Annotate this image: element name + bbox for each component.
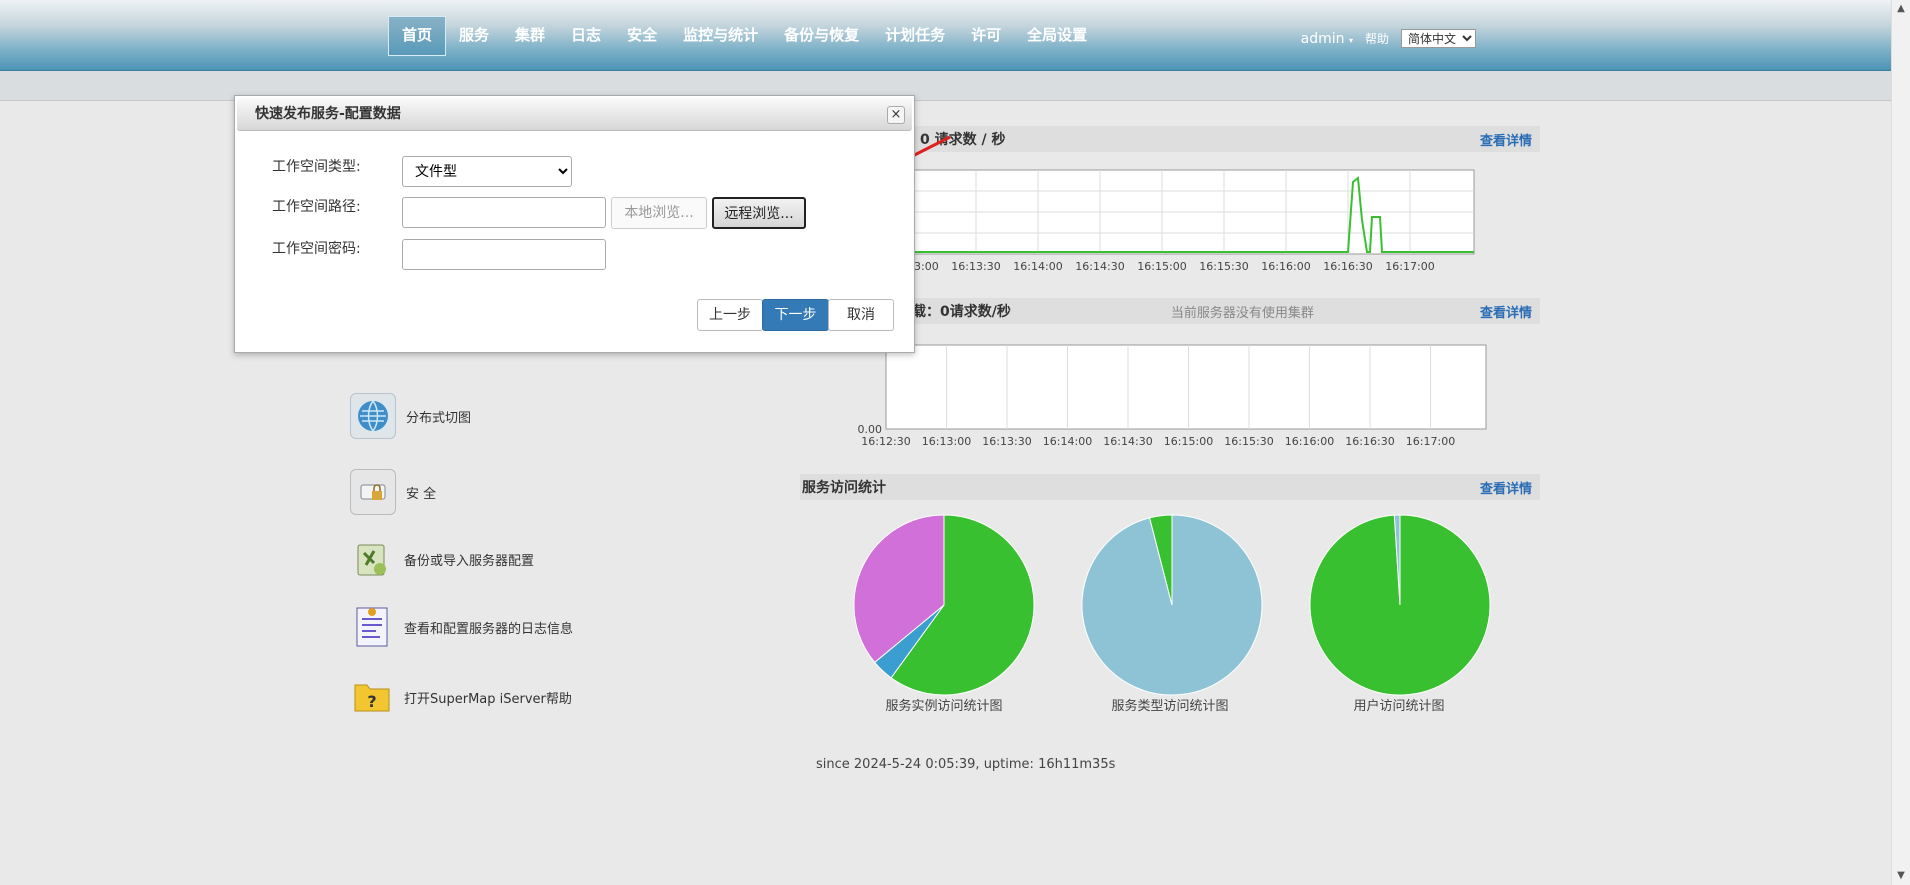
cluster-details-link[interactable]: 查看详情 bbox=[1480, 302, 1532, 321]
x-tick-label: 16:13:30 bbox=[982, 435, 1031, 448]
backup-icon bbox=[350, 537, 394, 581]
uptime-text: since 2024-5-24 0:05:39, uptime: 16h11m3… bbox=[816, 757, 1116, 772]
username: admin bbox=[1300, 30, 1345, 47]
x-tick-label: 16:12:30 bbox=[861, 435, 910, 448]
nav-logs[interactable]: 日志 bbox=[558, 16, 614, 54]
caret-down-icon: ▾ bbox=[1348, 35, 1353, 45]
x-tick-label: 16:15:30 bbox=[1199, 260, 1248, 273]
nav-backup[interactable]: 备份与恢复 bbox=[771, 16, 872, 54]
top-navigation-bar: 首页 服务 集群 日志 安全 监控与统计 备份与恢复 计划任务 许可 全局设置 … bbox=[0, 0, 1892, 71]
x-tick-label: 16:15:00 bbox=[1137, 260, 1186, 273]
nav-cluster[interactable]: 集群 bbox=[502, 16, 558, 54]
workspace-password-input[interactable] bbox=[402, 239, 606, 270]
user-menu[interactable]: admin ▾ bbox=[1301, 31, 1353, 47]
requests-line-chart: 16:13:0016:13:3016:14:0016:14:3016:15:00… bbox=[880, 169, 1475, 273]
cluster-panel-title: 载：0请求数/秒 bbox=[912, 304, 1011, 320]
nav-security[interactable]: 安全 bbox=[614, 16, 670, 54]
help-link[interactable]: 帮助 bbox=[1365, 30, 1389, 47]
cluster-panel-note: 当前服务器没有使用集群 bbox=[1170, 305, 1314, 321]
language-select[interactable]: 简体中文 bbox=[1401, 29, 1476, 48]
pie-caption-service-type: 服务类型访问统计图 bbox=[1111, 699, 1229, 714]
x-tick-label: 16:15:00 bbox=[1164, 435, 1213, 448]
x-tick-label: 16:14:00 bbox=[1013, 260, 1062, 273]
scroll-up-icon[interactable]: ▲ bbox=[1892, 0, 1910, 18]
service-instance-pie-chart bbox=[853, 514, 1035, 696]
nav-monitoring[interactable]: 监控与统计 bbox=[670, 16, 771, 54]
nav-home[interactable]: 首页 bbox=[388, 16, 447, 56]
user-area: admin ▾ 帮助 简体中文 bbox=[1301, 29, 1476, 48]
nav-scheduled-tasks[interactable]: 计划任务 bbox=[872, 16, 958, 54]
nav-global-settings[interactable]: 全局设置 bbox=[1014, 16, 1100, 54]
left-item-label: 打开SuperMap iServer帮助 bbox=[404, 691, 572, 707]
log-document-icon bbox=[350, 605, 394, 649]
scroll-down-icon[interactable]: ▼ bbox=[1892, 867, 1910, 885]
workspace-path-input[interactable] bbox=[402, 197, 606, 228]
left-item-distributed-tiling[interactable]: 分布式切图 bbox=[350, 393, 471, 439]
workspace-path-label: 工作空间路径: bbox=[272, 199, 361, 215]
cluster-line-chart: 16:12:30 16:13:00 16:13:30 16:14:00 16:14:30… bbox=[858, 344, 1487, 448]
dialog-title: 快速发布服务-配置数据 bbox=[237, 98, 912, 131]
help-folder-icon: ? bbox=[350, 675, 394, 719]
prev-step-button[interactable]: 上一步 bbox=[697, 299, 763, 331]
next-step-button[interactable]: 下一步 bbox=[762, 299, 829, 331]
x-tick-label: 16:17:00 bbox=[1385, 260, 1434, 273]
local-browse-button[interactable]: 本地浏览... bbox=[611, 197, 707, 229]
x-tick-label: 16:15:30 bbox=[1224, 435, 1273, 448]
workspace-type-label: 工作空间类型: bbox=[272, 159, 361, 175]
x-tick-label: 16:16:30 bbox=[1323, 260, 1372, 273]
pie-caption-user-access: 用户访问统计图 bbox=[1353, 699, 1445, 714]
left-item-label: 分布式切图 bbox=[406, 410, 472, 426]
left-item-label: 查看和配置服务器的日志信息 bbox=[404, 621, 574, 637]
main-nav: 首页 服务 集群 日志 安全 监控与统计 备份与恢复 计划任务 许可 全局设置 bbox=[388, 16, 1100, 56]
workspace-password-label: 工作空间密码: bbox=[272, 241, 361, 257]
x-tick-label: 16:13:30 bbox=[951, 260, 1000, 273]
left-item-help[interactable]: ? 打开SuperMap iServer帮助 bbox=[350, 675, 572, 719]
pie-caption-service-instance: 服务实例访问统计图 bbox=[885, 699, 1003, 714]
lock-icon bbox=[350, 469, 396, 515]
workspace-type-select[interactable]: 文件型 bbox=[402, 156, 572, 187]
user-access-pie-chart bbox=[1309, 514, 1491, 696]
nav-services[interactable]: 服务 bbox=[446, 16, 502, 54]
x-tick-label: 16:13:00 bbox=[922, 435, 971, 448]
left-item-security[interactable]: 安 全 bbox=[350, 469, 436, 515]
x-tick-label: 16:14:00 bbox=[1043, 435, 1092, 448]
x-tick-label: 16:16:00 bbox=[1285, 435, 1334, 448]
plot-area bbox=[885, 344, 1487, 430]
access-panel-header: 服务访问统计 查看详情 bbox=[800, 474, 1540, 500]
y-tick-label: 0.00 bbox=[858, 423, 883, 436]
globe-icon bbox=[350, 393, 396, 439]
left-item-label: 安 全 bbox=[406, 486, 437, 502]
x-tick-label: 16:16:30 bbox=[1345, 435, 1394, 448]
access-details-link[interactable]: 查看详情 bbox=[1480, 478, 1532, 497]
left-item-logs[interactable]: 查看和配置服务器的日志信息 bbox=[350, 605, 573, 649]
cancel-button[interactable]: 取消 bbox=[828, 299, 894, 331]
left-item-backup-config[interactable]: 备份或导入服务器配置 bbox=[350, 537, 534, 581]
close-icon[interactable]: × bbox=[887, 106, 905, 124]
service-type-pie-chart bbox=[1081, 514, 1263, 696]
x-tick-label: 16:14:30 bbox=[1075, 260, 1124, 273]
svg-text:?: ? bbox=[367, 692, 376, 711]
x-tick-label: 16:16:00 bbox=[1261, 260, 1310, 273]
nav-license[interactable]: 许可 bbox=[958, 16, 1014, 54]
x-tick-label: 16:14:30 bbox=[1103, 435, 1152, 448]
page-scrollbar[interactable]: ▲ ▼ bbox=[1891, 0, 1910, 885]
x-tick-label: 16:17:00 bbox=[1406, 435, 1455, 448]
remote-browse-button[interactable]: 远程浏览... bbox=[712, 197, 806, 229]
left-item-label: 备份或导入服务器配置 bbox=[404, 553, 535, 569]
requests-details-link[interactable]: 查看详情 bbox=[1480, 130, 1532, 149]
publish-service-dialog: 快速发布服务-配置数据 × 工作空间类型: 文件型 工作空间路径: 本地浏览..… bbox=[234, 95, 915, 353]
access-panel-title: 服务访问统计 bbox=[802, 480, 886, 496]
